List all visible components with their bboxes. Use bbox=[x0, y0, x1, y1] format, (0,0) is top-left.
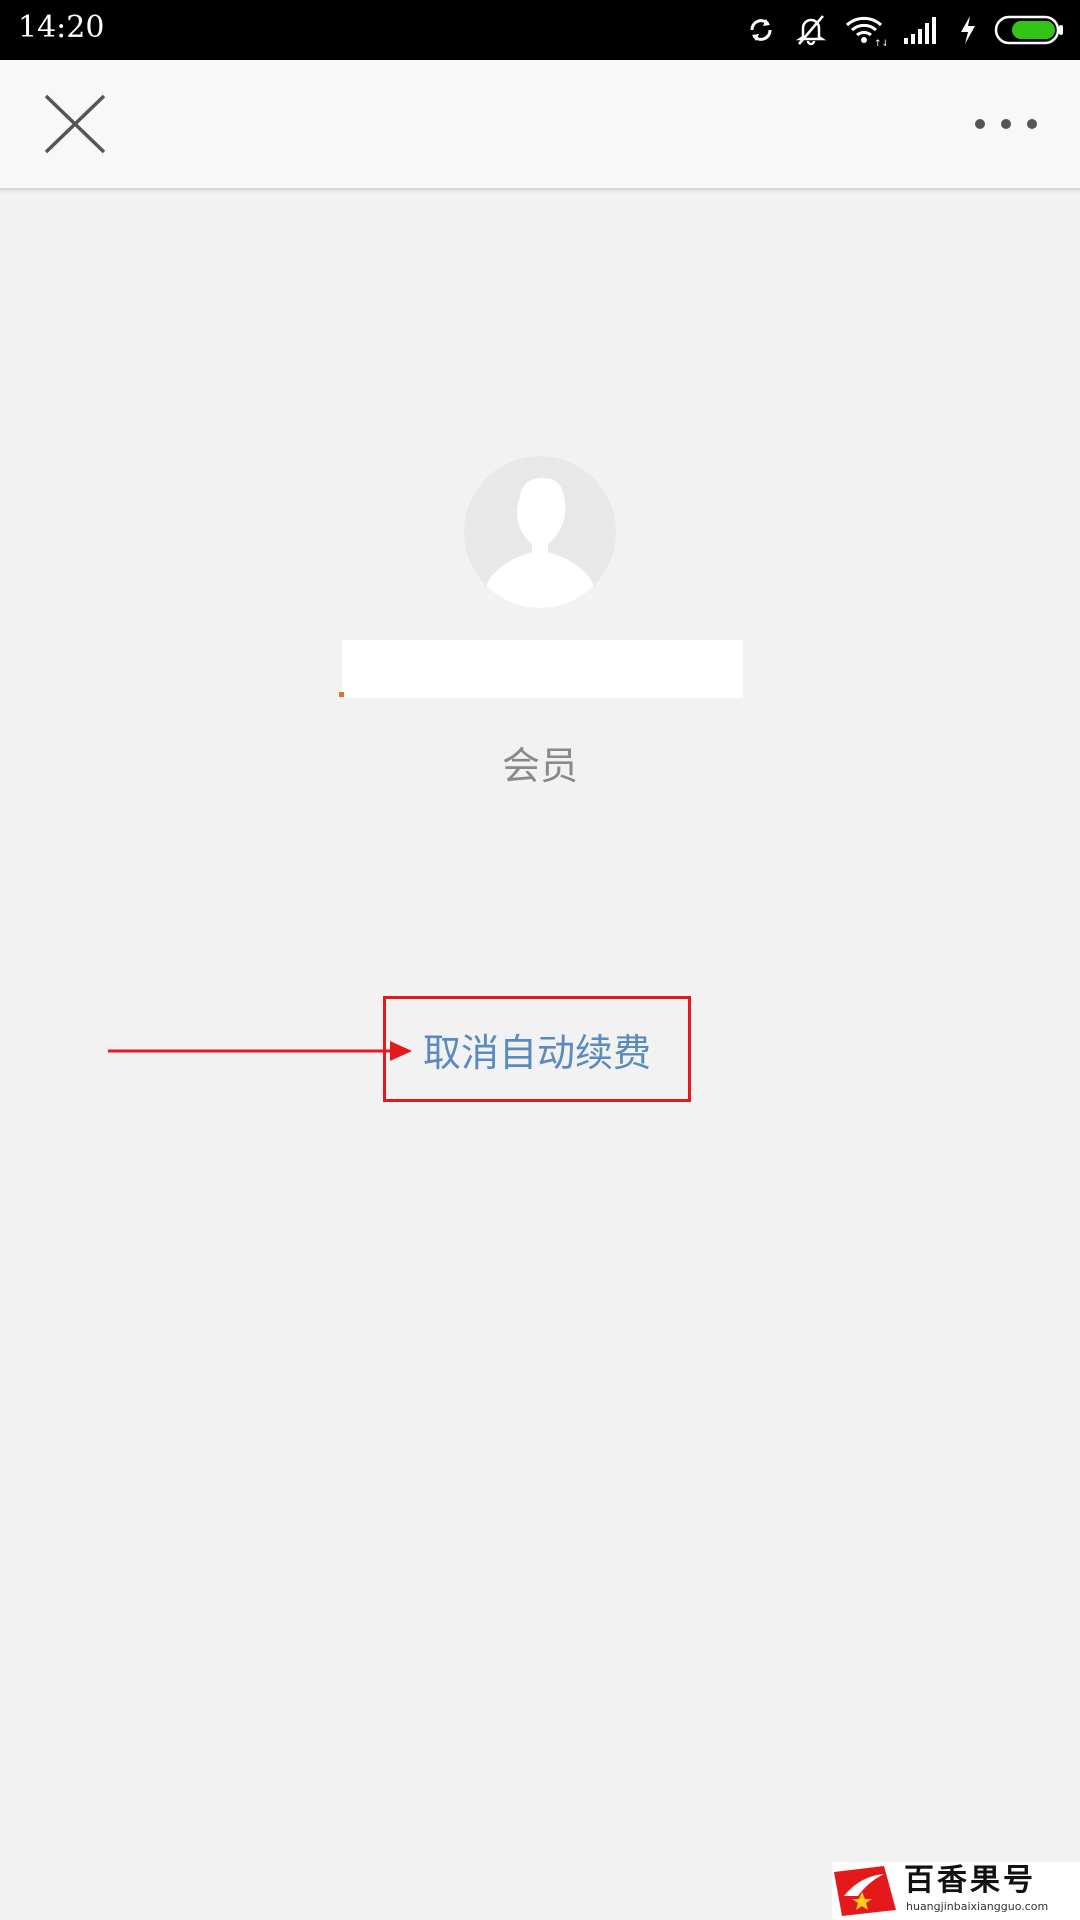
close-button[interactable] bbox=[34, 86, 114, 162]
annotation-arrow bbox=[108, 1041, 412, 1061]
username-edge-mark bbox=[339, 692, 344, 697]
user-silhouette-icon bbox=[482, 477, 598, 608]
status-icons: ↑↓ bbox=[744, 10, 1066, 50]
watermark-subtitle: huangjinbaixiangguo.com bbox=[906, 1900, 1049, 1913]
svg-text:↑↓: ↑↓ bbox=[874, 39, 886, 47]
avatar bbox=[464, 456, 616, 608]
status-time: 14:20 bbox=[18, 10, 105, 45]
cancel-auto-renew-link[interactable]: 取消自动续费 bbox=[383, 996, 691, 1102]
username-redacted bbox=[342, 640, 743, 698]
title-bar bbox=[0, 60, 1080, 190]
signal-icon bbox=[904, 17, 936, 44]
sync-icon bbox=[750, 19, 772, 41]
more-button[interactable] bbox=[960, 96, 1050, 152]
membership-label: 会员 bbox=[501, 744, 578, 788]
close-icon bbox=[44, 94, 106, 154]
watermark: 百香果号 huangjinbaixiangguo.com bbox=[832, 1862, 1080, 1920]
status-bar: 14:20 ↑↓ bbox=[0, 0, 1080, 60]
watermark-logo bbox=[834, 1866, 896, 1916]
more-horizontal-icon bbox=[975, 119, 1037, 129]
bell-off-icon bbox=[795, 15, 827, 46]
wifi-icon: ↑↓ bbox=[845, 16, 886, 47]
watermark-title: 百香果号 bbox=[904, 1863, 1036, 1898]
battery-icon bbox=[994, 15, 1063, 45]
charging-icon bbox=[961, 16, 975, 44]
